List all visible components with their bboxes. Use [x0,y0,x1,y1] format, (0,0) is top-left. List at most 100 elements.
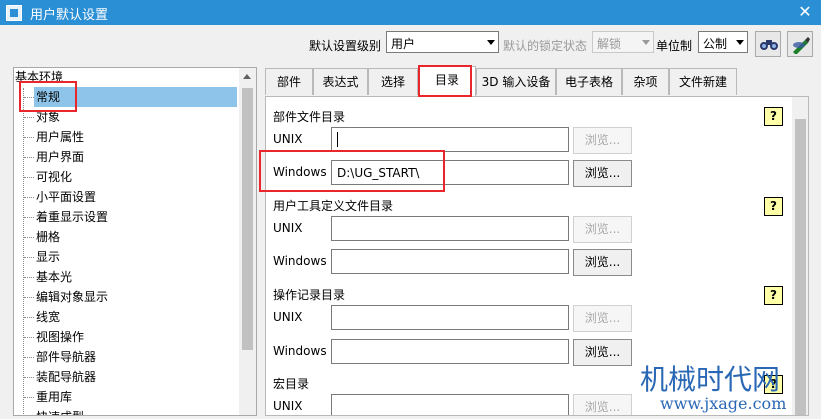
scroll-up-icon[interactable] [243,74,251,79]
level-select-value: 用户 [391,37,416,51]
macro-unix-input[interactable] [331,394,569,415]
help-icon[interactable]: ? [764,286,783,305]
tree-item-grid[interactable]: 栅格 [24,227,237,247]
journal-unix-input[interactable] [331,305,569,330]
tree-item-part-navigator[interactable]: 部件导航器 [24,347,237,367]
tree-connector [24,337,34,338]
tree-item-line-width[interactable]: 线宽 [24,307,237,327]
tab-selection[interactable]: 选择 [368,68,418,95]
tree-connector [24,97,34,98]
app-icon [6,5,22,21]
browse-button[interactable]: 浏览... [573,339,632,366]
tree-item-view-operation[interactable]: 视图操作 [24,327,237,347]
unit-select[interactable]: 公制 [698,31,748,53]
tree-item-label: 编辑对象显示 [36,290,109,304]
tree-item-facet-settings[interactable]: 小平面设置 [24,187,237,207]
tree-item-label: 用户界面 [36,150,85,164]
chevron-down-icon [736,40,744,45]
tree-item-display[interactable]: 显示 [24,247,237,267]
tree-item-assembly-navigator[interactable]: 装配导航器 [24,367,237,387]
browse-button: 浏览... [573,394,632,415]
edit-pen-icon [793,37,810,54]
chevron-down-icon [642,40,650,45]
tab-file-new[interactable]: 文件新建 [669,68,737,95]
tree-item-label: 重用库 [36,390,73,404]
tree-item-label: 栅格 [36,230,61,244]
section-title-user-tools-dir: 用户工具定义文件目录 [273,199,394,213]
tab-3d-input-device[interactable]: 3D 输入设备 [476,68,556,95]
tree-root-item[interactable]: 基本环境 [15,68,63,85]
tab-expression[interactable]: 表达式 [313,68,368,95]
tree-connector [24,297,34,298]
tab-directories[interactable]: 目录 [418,66,476,97]
journal-windows-input[interactable] [331,339,569,364]
tree-item-label: 部件导航器 [36,350,97,364]
toolbar: 默认设置级别 用户 默认的锁定状态 解锁 单位制 公制 [0,25,821,65]
tree-connector [24,257,34,258]
tab-part[interactable]: 部件 [265,68,313,95]
unit-label: 单位制 [656,39,693,53]
tree-item-rapid-prototyping[interactable]: 快速成型 [34,407,237,415]
level-select[interactable]: 用户 [386,31,499,53]
unix-label: UNIX [273,310,303,324]
tree-item-basic-light[interactable]: 基本光 [24,267,237,287]
tree-connector [24,217,34,218]
tree-item-user-interface[interactable]: 用户界面 [24,147,237,167]
user-tools-windows-input[interactable] [331,249,569,274]
tree-item-label: 着重显示设置 [36,210,109,224]
find-defaults-button[interactable] [755,31,781,57]
close-button[interactable]: ✕ [795,2,815,22]
tree-item-label: 快速成型 [36,407,84,415]
part-file-unix-input[interactable] [331,127,569,152]
part-file-windows-input[interactable]: D:\UG_START\ [331,160,569,185]
tree-item-general[interactable]: 常规 [24,87,237,107]
tree-item-user-attributes[interactable]: 用户属性 [24,127,237,147]
section-title-macro-dir: 宏目录 [273,377,310,391]
tree-scrollbar[interactable] [239,68,256,415]
title-bar: 用户默认设置 ✕ [0,0,821,25]
lock-select: 解锁 [592,31,654,53]
tree-connector [24,197,34,198]
section-title-part-file-dir: 部件文件目录 [273,110,346,124]
tree-item-visualization[interactable]: 可视化 [24,167,237,187]
tree-connector [24,317,34,318]
unix-label: UNIX [273,221,303,235]
help-icon[interactable]: ? [764,197,783,216]
tree-item-label: 装配导航器 [36,370,97,384]
tree-connector [24,377,34,378]
tab-miscellaneous[interactable]: 杂项 [622,68,669,95]
tree-item-label: 用户属性 [36,130,85,144]
text-caret [337,132,338,147]
tree-item-edit-object-display[interactable]: 编辑对象显示 [24,287,237,307]
browse-button: 浏览... [573,305,632,332]
tree-scroll-thumb[interactable] [242,88,253,350]
tree-item-label: 显示 [36,250,61,264]
user-tools-unix-input[interactable] [331,216,569,241]
help-icon[interactable]: ? [764,107,783,126]
browse-button[interactable]: 浏览... [573,249,632,276]
panel-scroll-thumb[interactable] [795,119,806,415]
panel-scrollbar[interactable] [792,97,808,415]
unit-select-value: 公制 [703,37,728,51]
tree-item-label: 视图操作 [36,330,85,344]
browse-button[interactable]: 浏览... [573,160,632,187]
tree-item-label: 常规 [36,90,61,104]
tree-item-object[interactable]: 对象 [24,107,237,127]
browse-button: 浏览... [573,127,632,154]
tree-item-reuse-library[interactable]: 重用库 [24,387,237,407]
level-label: 默认设置级别 [309,39,382,53]
unix-label: UNIX [273,132,303,146]
tab-spreadsheet[interactable]: 电子表格 [556,68,622,95]
windows-label: Windows [273,165,327,179]
tree-item-highlight-settings[interactable]: 着重显示设置 [24,207,237,227]
tree-item-label: 小平面设置 [36,190,97,204]
lock-label: 默认的锁定状态 [503,39,588,53]
tree-item-label: 基本光 [36,270,73,284]
watermark: 机械时代网 www.jxage.com [640,365,786,414]
tree-item-label: 线宽 [36,310,61,324]
windows-label: Windows [273,254,327,268]
manage-defaults-button[interactable] [787,31,813,57]
binoculars-icon [760,40,778,50]
tree-connector [24,357,34,358]
browse-button: 浏览... [573,216,632,243]
